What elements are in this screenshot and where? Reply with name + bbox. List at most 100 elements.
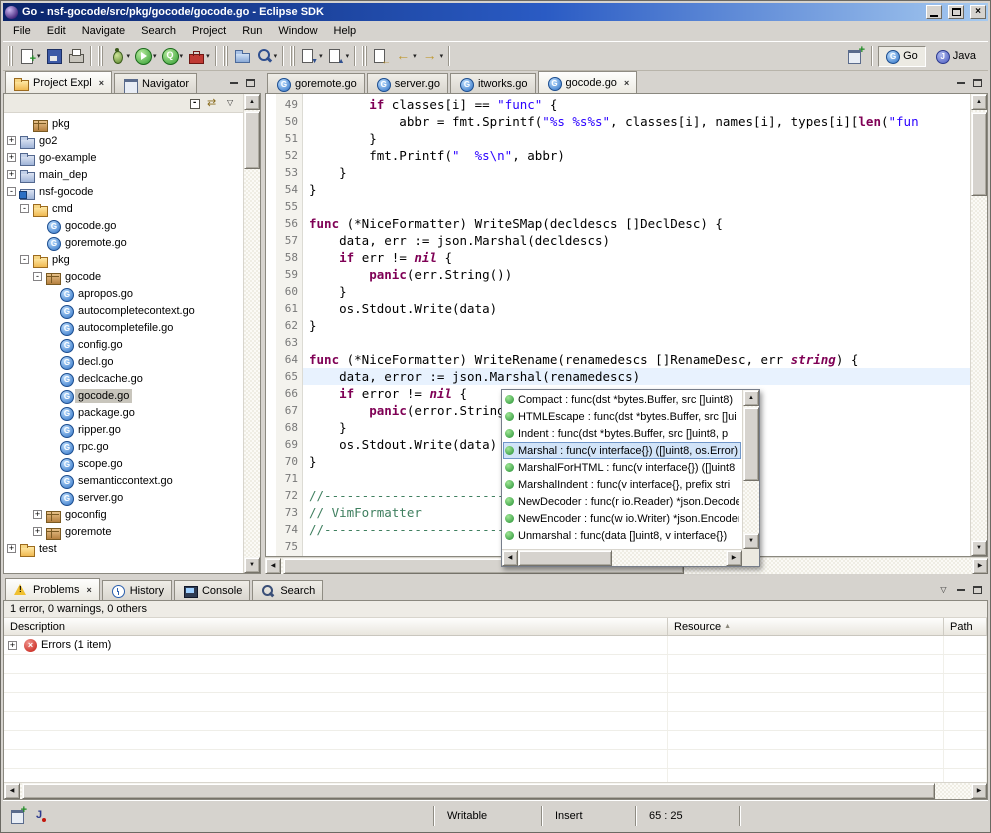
completion-item[interactable]: Unmarshal : func(data []uint8, v interfa… — [503, 527, 741, 544]
tree-item-go2[interactable]: +go2 — [4, 132, 243, 149]
completion-item[interactable]: NewEncoder : func(w io.Writer) *json.Enc… — [503, 510, 741, 527]
tree-item-rpc-go[interactable]: rpc.go — [4, 438, 243, 455]
run-button[interactable]: ▾ — [132, 44, 159, 68]
completion-item[interactable]: Indent : func(dst *bytes.Buffer, src []u… — [503, 425, 741, 442]
expand-icon[interactable]: + — [8, 641, 17, 650]
view-tab-search[interactable]: Search — [252, 580, 323, 600]
code-line[interactable]: } — [303, 164, 970, 181]
open-perspective-button[interactable] — [844, 44, 866, 68]
tree-item-main-dep[interactable]: +main_dep — [4, 166, 243, 183]
tree-item-server-go[interactable]: server.go — [4, 489, 243, 506]
minimize-view-button[interactable] — [953, 583, 968, 596]
menu-search[interactable]: Search — [133, 22, 184, 40]
tree-item-decl-go[interactable]: decl.go — [4, 353, 243, 370]
menu-window[interactable]: Window — [270, 22, 325, 40]
menu-file[interactable]: File — [5, 22, 39, 40]
column-header-description[interactable]: Description — [4, 618, 668, 635]
toolbar-drag-handle[interactable] — [290, 46, 295, 66]
scroll-down-button[interactable]: ▼ — [244, 557, 260, 573]
tree-item-ripper-go[interactable]: ripper.go — [4, 421, 243, 438]
scrollbar-thumb[interactable] — [22, 783, 935, 799]
scroll-left-button[interactable]: ◀ — [4, 783, 20, 799]
code-line[interactable]: panic(err.String()) — [303, 266, 970, 283]
column-header-resource[interactable]: Resource▲ — [668, 618, 944, 635]
maximize-button[interactable] — [948, 5, 964, 19]
print-button[interactable] — [65, 44, 87, 68]
tree-item-scope-go[interactable]: scope.go — [4, 455, 243, 472]
scroll-down-button[interactable]: ▼ — [971, 540, 987, 556]
open-resource-button[interactable] — [231, 44, 253, 68]
view-menu-button[interactable]: ▽ — [936, 583, 951, 596]
view-menu-button[interactable] — [223, 95, 241, 111]
editor-tab-server-go[interactable]: server.go — [367, 73, 448, 93]
completion-item[interactable]: Marshal : func(v interface{}) ([]uint8, … — [503, 442, 741, 459]
tree-item-gocode-go[interactable]: gocode.go — [4, 387, 243, 404]
expand-icon[interactable]: + — [7, 153, 16, 162]
close-button[interactable]: × — [970, 5, 986, 19]
search-button[interactable]: ▾ — [253, 44, 280, 68]
menu-run[interactable]: Run — [234, 22, 270, 40]
scroll-up-button[interactable]: ▲ — [971, 94, 987, 110]
next-annotation-button[interactable]: ▾ — [298, 44, 325, 68]
new-fast-view-button[interactable] — [9, 807, 27, 824]
collapse-icon[interactable]: - — [33, 272, 42, 281]
scrollbar-thumb[interactable] — [244, 111, 260, 169]
code-line[interactable]: if err != nil { — [303, 249, 970, 266]
minimize-button[interactable] — [926, 5, 942, 19]
collapse-icon[interactable]: - — [7, 187, 16, 196]
toolbar-drag-handle[interactable] — [98, 46, 103, 66]
editor-tab-goremote-go[interactable]: goremote.go — [267, 73, 365, 93]
scrollbar-thumb[interactable] — [518, 550, 612, 566]
completion-item[interactable]: Compact : func(dst *bytes.Buffer, src []… — [503, 391, 741, 408]
expand-icon[interactable]: + — [7, 136, 16, 145]
completion-item[interactable]: MarshalForHTML : func(v interface{}) ([]… — [503, 459, 741, 476]
tree-item-apropos-go[interactable]: apropos.go — [4, 285, 243, 302]
editor-vertical-scrollbar[interactable]: ▲ ▼ — [970, 94, 987, 556]
scroll-right-button[interactable]: ▶ — [971, 783, 987, 799]
view-tab-navigator[interactable]: Navigator — [114, 73, 197, 93]
scroll-up-button[interactable]: ▲ — [244, 94, 260, 110]
expand-icon[interactable]: + — [7, 170, 16, 179]
back-button[interactable]: ▾ — [392, 44, 419, 68]
editor-tab-itworks-go[interactable]: itworks.go — [450, 73, 536, 93]
code-line[interactable]: if classes[i] == "func" { — [303, 96, 970, 113]
code-line[interactable]: data, error := json.Marshal(renamedescs) — [303, 368, 970, 385]
scroll-right-button[interactable]: ▶ — [726, 550, 742, 566]
tree-item-goconfig[interactable]: +goconfig — [4, 506, 243, 523]
close-icon[interactable]: × — [624, 78, 629, 88]
scroll-up-button[interactable]: ▲ — [743, 390, 759, 406]
view-tab-console[interactable]: Console — [174, 580, 250, 600]
title-bar[interactable]: Go - nsf-gocode/src/pkg/gocode/gocode.go… — [3, 3, 988, 21]
code-line[interactable] — [303, 334, 970, 351]
profile-button[interactable]: ▾ — [159, 44, 186, 68]
expand-icon[interactable]: + — [7, 544, 16, 553]
tree-item-package-go[interactable]: package.go — [4, 404, 243, 421]
tree-item-semanticcontext-go[interactable]: semanticcontext.go — [4, 472, 243, 489]
close-icon[interactable]: × — [99, 78, 104, 88]
toolbar-drag-handle[interactable] — [223, 46, 228, 66]
code-line[interactable]: func (*NiceFormatter) WriteSMap(decldesc… — [303, 215, 970, 232]
debug-button[interactable]: ▾ — [106, 44, 133, 68]
problem-row[interactable]: +×Errors (1 item) — [4, 636, 987, 655]
tree-item-gocode-go[interactable]: gocode.go — [4, 217, 243, 234]
minimize-editor-button[interactable] — [953, 76, 968, 89]
collapse-icon[interactable]: - — [20, 255, 29, 264]
tree-item-test[interactable]: +test — [4, 540, 243, 557]
tree-item-pkg[interactable]: -pkg — [4, 251, 243, 268]
code-line[interactable]: } — [303, 130, 970, 147]
maximize-view-button[interactable] — [243, 76, 258, 89]
tree-item-go-example[interactable]: +go-example — [4, 149, 243, 166]
tree-item-gocode[interactable]: -gocode — [4, 268, 243, 285]
code-line[interactable]: os.Stdout.Write(data) — [303, 300, 970, 317]
explorer-scrollbar[interactable]: ▲ ▼ — [243, 94, 260, 573]
minimize-view-button[interactable] — [226, 76, 241, 89]
tree-item-pkg[interactable]: pkg — [4, 115, 243, 132]
menu-navigate[interactable]: Navigate — [74, 22, 133, 40]
code-line[interactable]: func (*NiceFormatter) WriteRename(rename… — [303, 351, 970, 368]
scrollbar-thumb[interactable] — [971, 112, 987, 196]
popup-vertical-scrollbar[interactable]: ▲ ▼ — [742, 390, 759, 549]
toolbar-drag-handle[interactable] — [8, 46, 13, 66]
prev-annotation-button[interactable]: ▾ — [325, 44, 352, 68]
perspective-go[interactable]: Go — [878, 46, 926, 67]
maximize-editor-button[interactable] — [970, 76, 985, 89]
